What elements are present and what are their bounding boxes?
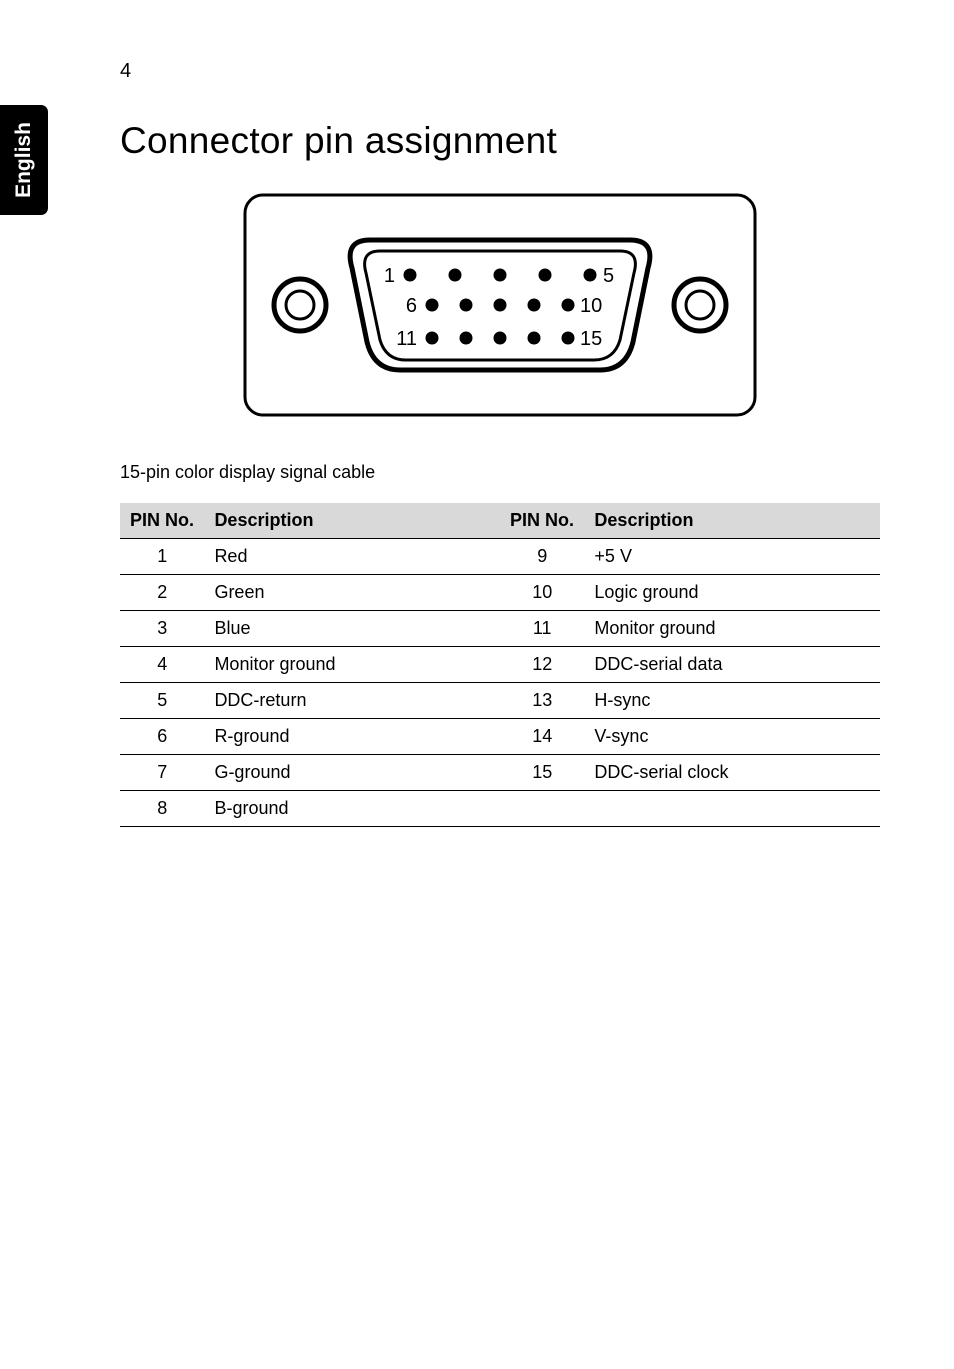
desc-b — [584, 791, 880, 827]
pin-a: 8 — [120, 791, 204, 827]
table-header-desc-a: Description — [204, 503, 500, 539]
language-label: English — [12, 122, 36, 198]
desc-b: +5 V — [584, 539, 880, 575]
desc-a: G-ground — [204, 755, 500, 791]
pin-a: 4 — [120, 647, 204, 683]
svg-text:11: 11 — [396, 328, 417, 350]
desc-b: Logic ground — [584, 575, 880, 611]
desc-b: V-sync — [584, 719, 880, 755]
table-row: 3Blue11Monitor ground — [120, 611, 880, 647]
table-row: 8B-ground — [120, 791, 880, 827]
svg-text:1: 1 — [384, 265, 395, 287]
table-row: 4Monitor ground12DDC-serial data — [120, 647, 880, 683]
pin-b: 11 — [500, 611, 584, 647]
table-caption: 15-pin color display signal cable — [120, 462, 880, 483]
desc-b: DDC-serial clock — [584, 755, 880, 791]
pin-a: 1 — [120, 539, 204, 575]
page-title: Connector pin assignment — [120, 120, 880, 162]
table-row: 5DDC-return13H-sync — [120, 683, 880, 719]
table-header-pin-b: PIN No. — [500, 503, 584, 539]
svg-text:5: 5 — [603, 265, 614, 287]
pin-b: 12 — [500, 647, 584, 683]
svg-text:10: 10 — [580, 295, 602, 317]
pin-a: 6 — [120, 719, 204, 755]
desc-a: Monitor ground — [204, 647, 500, 683]
desc-a: B-ground — [204, 791, 500, 827]
desc-b: Monitor ground — [584, 611, 880, 647]
table-header-pin-a: PIN No. — [120, 503, 204, 539]
svg-text:6: 6 — [406, 295, 417, 317]
connector-diagram: 1 5 6 10 11 15 — [240, 190, 760, 420]
desc-a: Red — [204, 539, 500, 575]
pin-a: 3 — [120, 611, 204, 647]
pin-b: 14 — [500, 719, 584, 755]
pin-b — [500, 791, 584, 827]
desc-a: DDC-return — [204, 683, 500, 719]
table-row: 6R-ground14V-sync — [120, 719, 880, 755]
table-row: 1Red9+5 V — [120, 539, 880, 575]
pin-a: 2 — [120, 575, 204, 611]
pin-table: PIN No. Description PIN No. Description … — [120, 503, 880, 827]
desc-a: Blue — [204, 611, 500, 647]
desc-b: H-sync — [584, 683, 880, 719]
desc-a: R-ground — [204, 719, 500, 755]
desc-b: DDC-serial data — [584, 647, 880, 683]
table-header-desc-b: Description — [584, 503, 880, 539]
language-tab: English — [0, 105, 48, 215]
desc-a: Green — [204, 575, 500, 611]
pin-a: 7 — [120, 755, 204, 791]
pin-b: 9 — [500, 539, 584, 575]
pin-b: 13 — [500, 683, 584, 719]
pin-b: 10 — [500, 575, 584, 611]
table-row: 7G-ground15DDC-serial clock — [120, 755, 880, 791]
svg-text:15: 15 — [580, 328, 602, 350]
pin-a: 5 — [120, 683, 204, 719]
page-content: Connector pin assignment 1 5 6 10 11 15 … — [120, 120, 880, 827]
pin-b: 15 — [500, 755, 584, 791]
table-row: 2Green10Logic ground — [120, 575, 880, 611]
page-number: 4 — [120, 60, 131, 83]
